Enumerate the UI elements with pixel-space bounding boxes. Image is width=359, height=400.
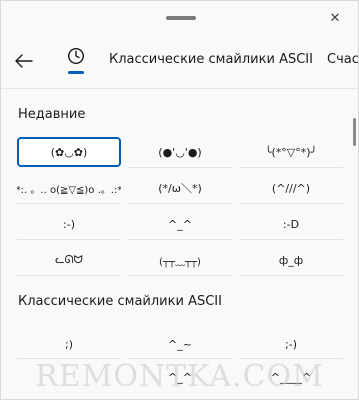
cell-separator (239, 203, 343, 204)
cell-separator (239, 167, 343, 168)
cell-separator (17, 358, 121, 359)
cell-separator (17, 275, 121, 276)
cell-separator (128, 167, 232, 168)
tab-recent[interactable] (63, 47, 89, 79)
kaomoji-item[interactable]: (✿◡✿) (17, 137, 121, 167)
kaomoji-item[interactable]: (┬┬﹏┬┬) (128, 245, 232, 275)
kaomoji-item[interactable] (17, 364, 121, 390)
cell-separator (128, 239, 232, 240)
kaomoji-item[interactable]: ᓚᘏᗢ (17, 245, 121, 275)
kaomoji-item[interactable]: (*/ω＼*) (128, 173, 232, 203)
cell-separator (239, 358, 343, 359)
close-button[interactable]: ✕ (323, 6, 347, 30)
kaomoji-item[interactable]: :-) (17, 209, 121, 239)
category-tabs: Классические смайлики ASCII Счаст (1, 41, 358, 86)
kaomoji-item[interactable]: ;-) (239, 329, 343, 359)
kaomoji-item[interactable]: :-D (239, 209, 343, 239)
clock-icon (67, 47, 85, 65)
kaomoji-item[interactable]: (●'◡'●) (128, 137, 232, 167)
kaomoji-item[interactable]: ^_~ (128, 329, 232, 359)
cell-separator (239, 239, 343, 240)
kaomoji-item[interactable]: ф_ф (239, 245, 343, 275)
kaomoji-item[interactable]: (^///^) (239, 173, 343, 203)
emoji-panel: ✕ Классические смайлики ASCII Счаст Неда… (0, 0, 359, 400)
cell-separator (128, 358, 232, 359)
kaomoji-item[interactable]: ^____^ (239, 364, 343, 390)
cell-separator (17, 239, 121, 240)
tab-classic-ascii[interactable]: Классические смайлики ASCII (109, 52, 313, 67)
cell-separator (239, 275, 343, 276)
cell-separator (17, 203, 121, 204)
back-button[interactable] (12, 49, 36, 73)
classic-section-title: Классические смайлики ASCII (18, 294, 222, 309)
kaomoji-item[interactable]: ╰(*°▽°*)╯ (239, 137, 343, 167)
drag-handle[interactable] (166, 16, 196, 20)
scrollbar-thumb[interactable] (353, 118, 356, 146)
cell-separator (128, 275, 232, 276)
recent-section-title: Недавние (18, 107, 86, 122)
kaomoji-item[interactable]: ·*:. 。.. o(≧▽≦)o .。.:*· (17, 173, 121, 203)
close-icon: ✕ (329, 10, 341, 26)
kaomoji-item[interactable]: ;) (17, 329, 121, 359)
tabs-divider (1, 88, 358, 89)
back-arrow-icon (15, 54, 33, 68)
active-tab-indicator (68, 71, 84, 74)
cell-separator (128, 203, 232, 204)
kaomoji-item[interactable]: ^_^ (128, 209, 232, 239)
kaomoji-item[interactable]: ^_^ (128, 364, 232, 390)
tab-happy[interactable]: Счаст (327, 52, 358, 67)
